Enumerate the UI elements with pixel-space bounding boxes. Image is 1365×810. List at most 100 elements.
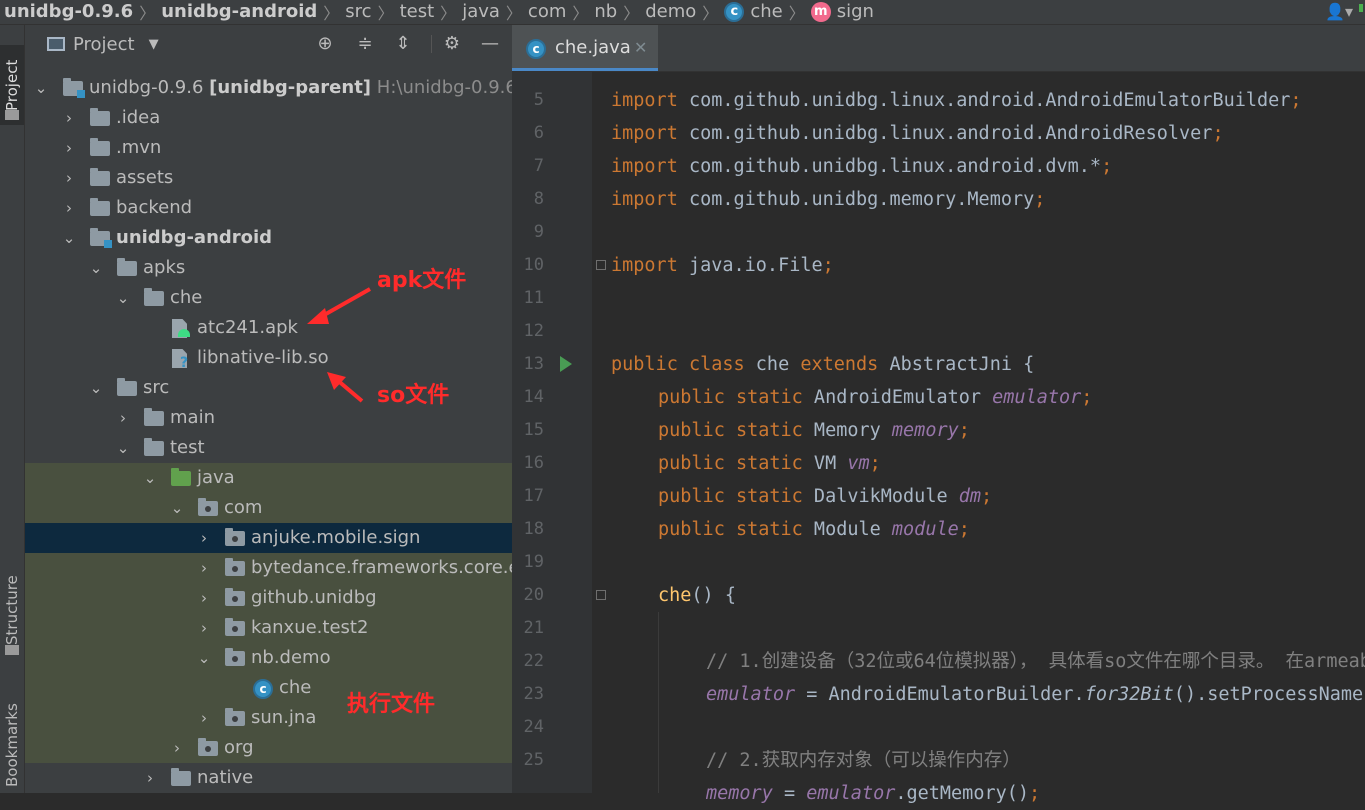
tree-item-idea[interactable]: › .idea [25, 103, 512, 133]
breadcrumb-java[interactable]: java [458, 0, 504, 24]
project-panel-title[interactable]: Project [73, 34, 135, 55]
fold-marker-icon[interactable] [596, 260, 606, 270]
chevron-down-icon[interactable]: ⌄ [115, 283, 131, 313]
tree-item-native[interactable]: › native [25, 763, 512, 793]
semicolon: ; [869, 453, 881, 474]
breadcrumb-module[interactable]: unidbg-android [157, 0, 321, 24]
annotation-exec: 执行文件 [347, 692, 436, 717]
divider [431, 35, 432, 53]
breadcrumb-src[interactable]: src [341, 0, 375, 24]
semicolon: ; [1081, 387, 1093, 408]
minimize-icon[interactable]: — [479, 33, 501, 55]
chevron-right-icon[interactable]: › [169, 733, 185, 763]
tree-item-assets[interactable]: › assets [25, 163, 512, 193]
expand-all-icon[interactable]: ≑ [354, 33, 376, 55]
semicolon: ; [1034, 189, 1046, 210]
tree-item-java[interactable]: ⌄ java [25, 463, 512, 493]
chevron-down-icon[interactable]: ⌄ [169, 493, 185, 523]
breadcrumb-nb[interactable]: nb [590, 0, 621, 24]
keyword: public static [658, 420, 803, 441]
chevron-down-icon[interactable]: ▼ [149, 37, 159, 52]
tree-item-github-unidbg[interactable]: › github.unidbg [25, 583, 512, 613]
breadcrumb-method[interactable]: m sign [807, 0, 878, 24]
test-source-folder-icon [171, 468, 191, 486]
chevron-right-icon[interactable]: › [196, 613, 212, 643]
navigation-bar: unidbg-0.9.6 〉 unidbg-android 〉 src 〉 te… [0, 0, 1365, 25]
editor-tab-che-java[interactable]: c che.java ✕ [512, 25, 658, 71]
method-call: for32Bit [1084, 684, 1174, 705]
breadcrumb-test[interactable]: test [396, 0, 439, 24]
folder-icon [90, 138, 110, 156]
chevron-right-icon[interactable]: › [196, 553, 212, 583]
code-text: VM [802, 453, 848, 474]
tree-item-nb-demo[interactable]: ⌄ nb.demo [25, 643, 512, 673]
keyword: public static [658, 486, 803, 507]
line-number: 9 [533, 222, 544, 242]
tree-item-so-file[interactable]: ? libnative-lib.so [25, 343, 512, 373]
line-number: 22 [523, 651, 544, 671]
tree-item-che-class[interactable]: c che [25, 673, 512, 703]
breadcrumb-project[interactable]: unidbg-0.9.6 [0, 0, 137, 24]
annotation-so: so文件 [377, 383, 450, 408]
chevron-right-icon[interactable]: › [196, 703, 212, 733]
chevron-right-icon[interactable]: › [142, 763, 158, 793]
tree-item-unidbg-android[interactable]: ⌄ unidbg-android [25, 223, 512, 253]
tree-item-org[interactable]: › org [25, 733, 512, 763]
chevron-down-icon[interactable]: ⌄ [88, 253, 104, 283]
chevron-right-icon[interactable]: › [196, 523, 212, 553]
tree-item-label: native [197, 767, 254, 788]
tree-item-com[interactable]: ⌄ com [25, 493, 512, 523]
collapse-all-icon[interactable]: ⇕ [392, 33, 414, 55]
chevron-down-icon[interactable]: ⌄ [115, 433, 131, 463]
chevron-right-icon[interactable]: › [61, 163, 77, 193]
tree-item-backend[interactable]: › backend [25, 193, 512, 223]
project-panel: Project ▼ ⊕ ≑ ⇕ ⚙ — ⌄ unidbg-0.9.6 [unid… [25, 25, 512, 793]
tree-item-anjuke[interactable]: › anjuke.mobile.sign [25, 523, 512, 553]
vcs-indicator-icon[interactable] [1359, 0, 1365, 24]
code-text: com.github.unidbg.linux.android.dvm.* [677, 156, 1102, 177]
line-number: 11 [523, 288, 544, 308]
tree-item-label: apks [143, 257, 186, 278]
chevron-down-icon[interactable]: ⌄ [33, 73, 49, 103]
tree-item-test[interactable]: ⌄ test [25, 433, 512, 463]
chevron-down-icon[interactable]: ⌄ [196, 643, 212, 673]
chevron-right-icon[interactable]: › [196, 583, 212, 613]
chevron-right-icon: 〉 [323, 4, 340, 23]
tree-item-mvn[interactable]: › .mvn [25, 133, 512, 163]
breadcrumb-com[interactable]: com [524, 0, 570, 24]
tree-item-sun-jna[interactable]: › sun.jna [25, 703, 512, 733]
breadcrumb-demo[interactable]: demo [641, 0, 700, 24]
chevron-right-icon[interactable]: › [61, 133, 77, 163]
folder-icon [144, 408, 164, 426]
tree-item-kanxue[interactable]: › kanxue.test2 [25, 613, 512, 643]
tree-item-label: sun.jna [251, 707, 317, 728]
chevron-right-icon[interactable]: › [61, 103, 77, 133]
tree-item-label: backend [116, 197, 193, 218]
close-icon[interactable]: ✕ [634, 25, 647, 71]
chevron-right-icon[interactable]: › [61, 193, 77, 223]
gear-icon[interactable]: ⚙ [441, 33, 463, 55]
chevron-down-icon[interactable]: ⌄ [142, 463, 158, 493]
tree-item-label: bytedance.frameworks.core.en [251, 557, 512, 578]
tree-item-bytedance[interactable]: › bytedance.frameworks.core.en [25, 553, 512, 583]
tree-item-label: nb.demo [251, 647, 331, 668]
package-icon [198, 738, 218, 756]
bookmarks-tool-tab[interactable]: Bookmarks [0, 690, 24, 800]
chevron-down-icon[interactable]: ⌄ [88, 373, 104, 403]
package-icon [225, 618, 245, 636]
run-icon[interactable] [560, 356, 572, 372]
tree-item-root[interactable]: ⌄ unidbg-0.9.6 [unidbg-parent] H:\unidbg… [25, 73, 512, 103]
keyword: public static [658, 453, 803, 474]
code-text: java.io.File [677, 255, 823, 276]
user-account-icon[interactable]: 👤▾ [1319, 0, 1359, 24]
breadcrumb-class[interactable]: c che [720, 0, 786, 24]
code-text: com.github.unidbg.memory.Memory [677, 189, 1035, 210]
fold-marker-icon[interactable] [596, 590, 606, 600]
chevron-down-icon[interactable]: ⌄ [61, 223, 77, 253]
method-name: che [658, 585, 692, 606]
locate-file-icon[interactable]: ⊕ [314, 33, 336, 55]
chevron-right-icon[interactable]: › [115, 403, 131, 433]
line-number: 6 [533, 123, 544, 143]
semicolon: ; [958, 519, 970, 540]
tree-item-apk-file[interactable]: atc241.apk [25, 313, 512, 343]
